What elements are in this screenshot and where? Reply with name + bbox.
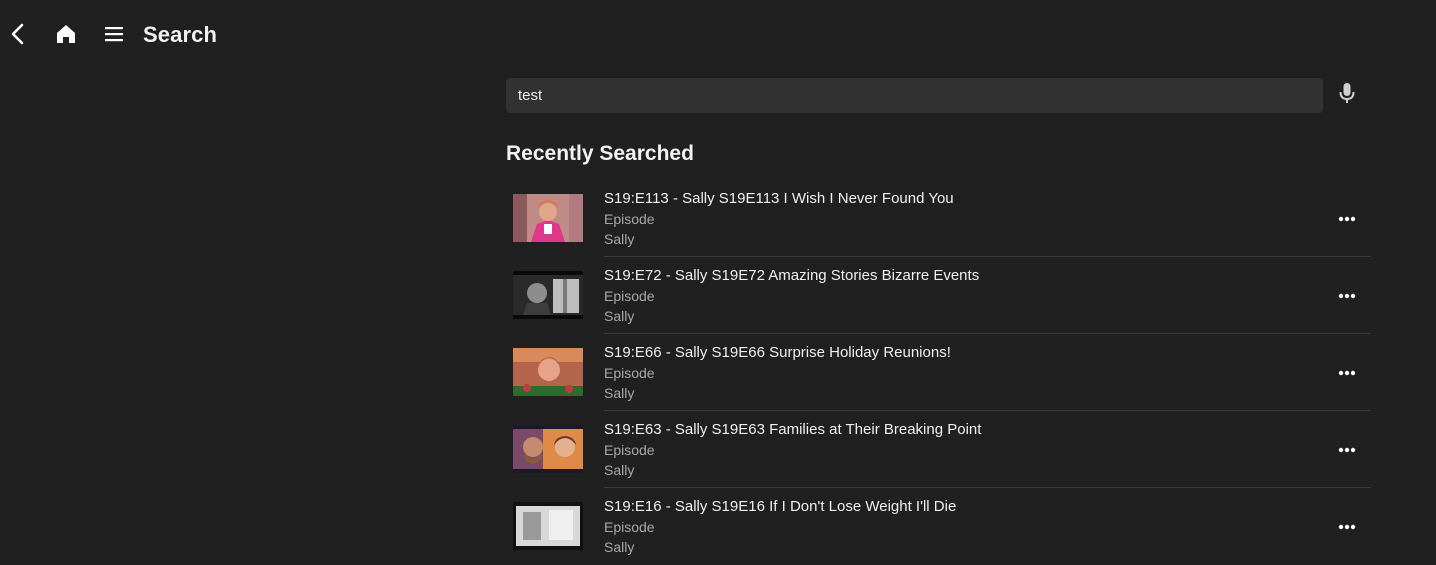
result-title: S19:E63 - Sally S19E63 Families at Their… — [604, 421, 982, 438]
result-show: Sally — [604, 385, 635, 401]
more-options-button[interactable] — [1334, 437, 1360, 461]
home-button[interactable] — [52, 22, 80, 50]
ellipsis-icon — [1338, 209, 1356, 227]
result-type: Episode — [604, 288, 655, 304]
search-box — [506, 78, 1323, 113]
list-item[interactable]: S19:E72 - Sally S19E72 Amazing Stories B… — [506, 257, 1371, 334]
more-options-button[interactable] — [1334, 514, 1360, 538]
back-button[interactable] — [4, 22, 32, 50]
chevron-left-icon — [8, 23, 28, 50]
list-item[interactable]: S19:E113 - Sally S19E113 I Wish I Never … — [506, 180, 1371, 257]
list-item[interactable]: S19:E66 - Sally S19E66 Surprise Holiday … — [506, 334, 1371, 411]
result-title: S19:E72 - Sally S19E72 Amazing Stories B… — [604, 267, 980, 284]
search-input[interactable] — [516, 86, 1310, 105]
result-title: S19:E113 - Sally S19E113 I Wish I Never … — [604, 190, 954, 207]
result-show: Sally — [604, 231, 635, 247]
page-title: Search — [143, 22, 217, 47]
result-type: Episode — [604, 519, 655, 535]
top-bar: Search — [0, 0, 1436, 72]
episode-thumbnail — [513, 502, 583, 550]
episode-thumbnail — [513, 425, 583, 473]
ellipsis-icon — [1338, 286, 1356, 304]
menu-button[interactable] — [100, 22, 128, 50]
episode-thumbnail — [513, 348, 583, 396]
ellipsis-icon — [1338, 363, 1356, 381]
list-item[interactable]: S19:E16 - Sally S19E16 If I Don't Lose W… — [506, 488, 1371, 565]
ellipsis-icon — [1338, 440, 1356, 458]
microphone-icon — [1338, 81, 1356, 110]
list-item[interactable]: S19:E63 - Sally S19E63 Families at Their… — [506, 411, 1371, 488]
result-show: Sally — [604, 462, 635, 478]
more-options-button[interactable] — [1334, 283, 1360, 307]
episode-thumbnail — [513, 194, 583, 242]
result-title: S19:E66 - Sally S19E66 Surprise Holiday … — [604, 344, 951, 361]
hamburger-menu-icon — [103, 24, 125, 49]
home-icon — [55, 23, 77, 50]
result-title: S19:E16 - Sally S19E16 If I Don't Lose W… — [604, 498, 957, 515]
result-show: Sally — [604, 308, 635, 324]
more-options-button[interactable] — [1334, 206, 1360, 230]
recently-searched-heading: Recently Searched — [506, 142, 694, 165]
result-type: Episode — [604, 365, 655, 381]
result-type: Episode — [604, 211, 655, 227]
more-options-button[interactable] — [1334, 360, 1360, 384]
result-type: Episode — [604, 442, 655, 458]
result-show: Sally — [604, 539, 635, 555]
recent-results-list: S19:E113 - Sally S19E113 I Wish I Never … — [506, 180, 1371, 565]
episode-thumbnail — [513, 271, 583, 319]
voice-search-button[interactable] — [1334, 82, 1360, 108]
ellipsis-icon — [1338, 517, 1356, 535]
